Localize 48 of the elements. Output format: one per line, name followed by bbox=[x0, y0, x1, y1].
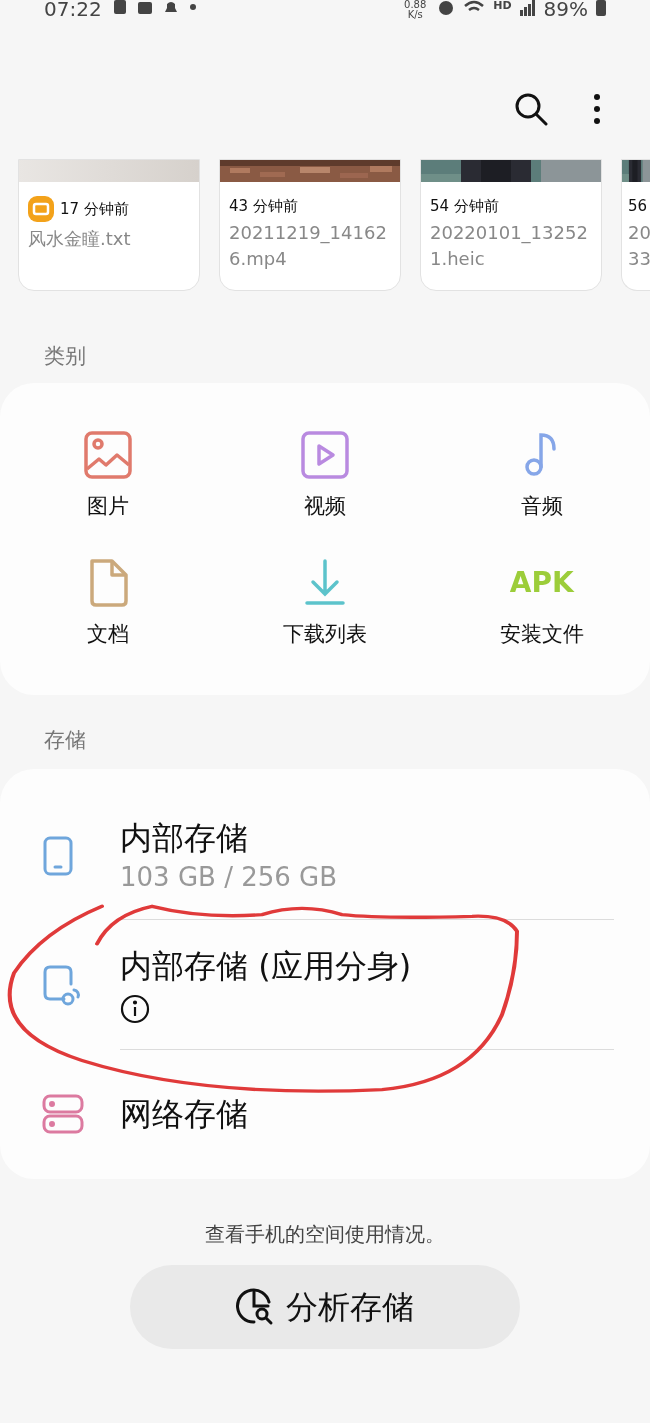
section-title: 存储 bbox=[43, 727, 87, 754]
network-speed: 0.88 K/s bbox=[403, 0, 428, 20]
storage-item[interactable]: 内部存储 103 GB / 256 GB bbox=[0, 791, 650, 921]
file-time: 56 bbox=[628, 196, 648, 216]
recent-file-card[interactable]: 56 2033 bbox=[621, 159, 650, 291]
battery-level: 89% bbox=[543, 0, 588, 18]
analyze-storage-button[interactable]: 分析存储 bbox=[130, 1265, 520, 1349]
category-item[interactable]: APK 安装文件 bbox=[433, 557, 650, 649]
storage-usage: 103 GB / 256 GB bbox=[120, 861, 339, 895]
status-time: 07:22 bbox=[44, 0, 102, 18]
recent-file-card[interactable]: 17 分钟前 风水金瞳.txt bbox=[18, 159, 200, 291]
phone-icon bbox=[42, 834, 74, 877]
file-name: 2033 bbox=[628, 221, 650, 271]
more-options-button[interactable] bbox=[594, 94, 600, 124]
storage-search-icon bbox=[236, 1288, 274, 1326]
category-item[interactable]: 视频 bbox=[216, 429, 434, 521]
more-icon bbox=[594, 94, 600, 124]
category-item[interactable]: 音频 bbox=[433, 429, 650, 521]
storage-item[interactable]: 内部存储 (应用分身) bbox=[0, 920, 650, 1050]
storage-name: 内部存储 (应用分身) bbox=[120, 946, 413, 988]
category-item[interactable]: 文档 bbox=[0, 557, 217, 649]
network-type: HD bbox=[493, 0, 512, 12]
file-time: 54 分钟前 bbox=[430, 196, 499, 216]
bell-icon bbox=[163, 0, 178, 14]
image-icon bbox=[82, 429, 135, 481]
video-icon bbox=[299, 429, 351, 481]
category-item[interactable]: 图片 bbox=[0, 429, 217, 521]
text-file-icon bbox=[28, 196, 54, 222]
dot-icon bbox=[189, 4, 196, 10]
storage-name: 内部存储 bbox=[120, 818, 249, 860]
battery-icon bbox=[596, 0, 606, 16]
file-name: 20211219_141626.mp4 bbox=[229, 221, 388, 271]
file-time: 43 分钟前 bbox=[229, 196, 298, 216]
file-name: 风水金瞳.txt bbox=[28, 227, 132, 251]
storage-hint: 查看手机的空间使用情况。 bbox=[204, 1221, 446, 1248]
server-icon bbox=[42, 1094, 84, 1135]
recent-file-card[interactable]: 43 分钟前 20211219_141626.mp4 bbox=[219, 159, 401, 291]
storage-item[interactable]: 网络存储 bbox=[0, 1049, 650, 1179]
apk-icon: APK bbox=[509, 569, 574, 597]
category-item[interactable]: 下载列表 bbox=[216, 557, 434, 649]
signal-icon bbox=[519, 0, 536, 16]
section-title: 类别 bbox=[43, 343, 87, 370]
storage-name: 网络存储 bbox=[120, 1094, 249, 1136]
search-button[interactable] bbox=[514, 92, 548, 126]
search-icon bbox=[514, 92, 548, 126]
file-name: 20220101_132521.heic bbox=[430, 221, 589, 271]
file-time: 17 分钟前 bbox=[60, 199, 129, 219]
recent-file-card[interactable]: 54 分钟前 20220101_132521.heic bbox=[420, 159, 602, 291]
